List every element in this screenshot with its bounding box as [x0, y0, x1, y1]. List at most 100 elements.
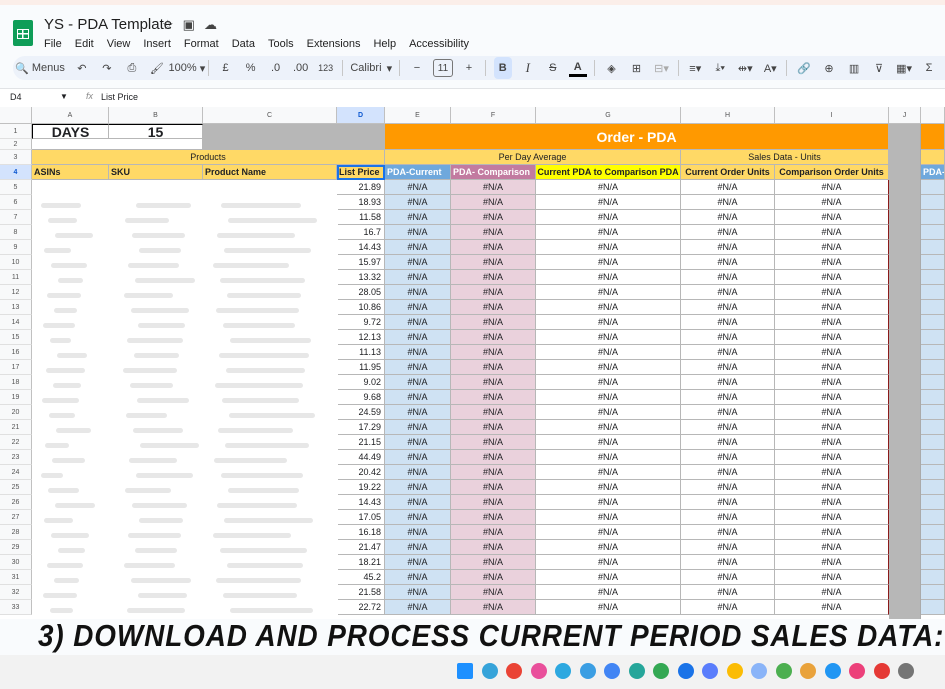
taskbar-app-icon[interactable] — [726, 663, 743, 679]
current-order-units-cell[interactable]: #N/A — [681, 405, 775, 420]
taskbar-app-icon[interactable] — [506, 663, 522, 679]
list-price-cell[interactable]: 19.22 — [337, 480, 385, 495]
current-order-units-cell[interactable]: #N/A — [681, 195, 775, 210]
per-day-average-header[interactable]: Per Day Average — [385, 150, 681, 165]
blank-cell[interactable] — [32, 139, 203, 150]
document-title[interactable]: YS - PDA Template — [44, 16, 172, 33]
comparison-order-units-cell[interactable]: #N/A — [775, 195, 889, 210]
current-vs-comparison-cell[interactable]: #N/A — [536, 420, 681, 435]
font-size-decrease-icon[interactable]: − — [408, 57, 426, 79]
select-all-corner[interactable] — [0, 107, 32, 124]
header-comparison-order-units[interactable]: Comparison Order Units — [775, 165, 889, 180]
row-header[interactable]: 3 — [0, 150, 32, 165]
taskbar-app-icon[interactable] — [457, 663, 473, 679]
current-order-units-cell[interactable]: #N/A — [681, 285, 775, 300]
pda-current-cell[interactable]: #N/A — [385, 345, 451, 360]
pda-comparison-cell[interactable]: #N/A — [451, 420, 536, 435]
pda-comparison-cell[interactable]: #N/A — [451, 555, 536, 570]
list-price-cell[interactable]: 11.95 — [337, 360, 385, 375]
row-header[interactable]: 23 — [0, 450, 32, 465]
pda-current-cell[interactable]: #N/A — [385, 195, 451, 210]
currency-format-button[interactable]: £ — [217, 57, 235, 79]
k-column-cell[interactable] — [921, 180, 945, 195]
current-vs-comparison-cell[interactable]: #N/A — [536, 405, 681, 420]
sheets-logo-icon[interactable] — [13, 20, 33, 46]
comparison-order-units-cell[interactable]: #N/A — [775, 300, 889, 315]
list-price-cell[interactable]: 14.43 — [337, 240, 385, 255]
column-header-f[interactable]: F — [451, 107, 536, 124]
pda-current-cell[interactable]: #N/A — [385, 360, 451, 375]
row-header[interactable]: 5 — [0, 180, 32, 195]
pda-current-cell[interactable]: #N/A — [385, 420, 451, 435]
cloud-status-icon[interactable]: ☁ — [204, 17, 217, 33]
merge-cells-icon[interactable]: ⊟▾ — [653, 57, 671, 79]
pda-comparison-cell[interactable]: #N/A — [451, 285, 536, 300]
pda-current-cell[interactable]: #N/A — [385, 240, 451, 255]
k-column-cell[interactable] — [921, 390, 945, 405]
pda-comparison-cell[interactable]: #N/A — [451, 210, 536, 225]
italic-button[interactable]: I — [519, 57, 537, 79]
name-box[interactable]: D4 — [10, 92, 22, 102]
current-vs-comparison-cell[interactable]: #N/A — [536, 315, 681, 330]
row-header[interactable]: 33 — [0, 600, 32, 615]
taskbar-app-icon[interactable] — [849, 663, 865, 679]
comparison-order-units-cell[interactable]: #N/A — [775, 525, 889, 540]
current-vs-comparison-cell[interactable]: #N/A — [536, 540, 681, 555]
current-vs-comparison-cell[interactable]: #N/A — [536, 555, 681, 570]
current-order-units-cell[interactable]: #N/A — [681, 390, 775, 405]
pda-current-cell[interactable]: #N/A — [385, 210, 451, 225]
current-order-units-cell[interactable]: #N/A — [681, 585, 775, 600]
pda-comparison-cell[interactable]: #N/A — [451, 315, 536, 330]
list-price-cell[interactable]: 20.42 — [337, 465, 385, 480]
spreadsheet-grid[interactable]: A B C D E F G H I J 1 2 3 4 5 6 7 8 9 10 11 12 13 14 15 16 17 18 19 2… — [0, 107, 945, 619]
current-vs-comparison-cell[interactable]: #N/A — [536, 270, 681, 285]
pda-current-cell[interactable]: #N/A — [385, 285, 451, 300]
pda-comparison-cell[interactable]: #N/A — [451, 465, 536, 480]
pda-comparison-cell[interactable]: #N/A — [451, 345, 536, 360]
row-header[interactable]: 7 — [0, 210, 32, 225]
k-column-cell[interactable] — [921, 465, 945, 480]
pda-current-cell[interactable]: #N/A — [385, 330, 451, 345]
row-header[interactable]: 8 — [0, 225, 32, 240]
pda-comparison-cell[interactable]: #N/A — [451, 255, 536, 270]
list-price-cell[interactable]: 21.58 — [337, 585, 385, 600]
paint-format-icon[interactable]: 🖌 — [148, 57, 166, 79]
list-price-cell[interactable]: 9.02 — [337, 375, 385, 390]
pda-comparison-cell[interactable]: #N/A — [451, 450, 536, 465]
row-header[interactable]: 32 — [0, 585, 32, 600]
menu-insert[interactable]: Insert — [143, 38, 171, 50]
list-price-cell[interactable]: 44.49 — [337, 450, 385, 465]
k-column-cell[interactable] — [921, 210, 945, 225]
taskbar-app-icon[interactable] — [628, 663, 645, 679]
pda-comparison-cell[interactable]: #N/A — [451, 330, 536, 345]
list-price-cell[interactable]: 16.18 — [337, 525, 385, 540]
current-order-units-cell[interactable]: #N/A — [681, 255, 775, 270]
list-price-cell[interactable]: 14.43 — [337, 495, 385, 510]
menu-edit[interactable]: Edit — [75, 38, 94, 50]
current-order-units-cell[interactable]: #N/A — [681, 435, 775, 450]
current-order-units-cell[interactable]: #N/A — [681, 450, 775, 465]
row-header[interactable]: 28 — [0, 525, 32, 540]
zoom-select[interactable]: 100% ▾ — [169, 57, 206, 79]
pda-current-cell[interactable]: #N/A — [385, 390, 451, 405]
list-price-cell[interactable]: 28.05 — [337, 285, 385, 300]
row-header[interactable]: 21 — [0, 420, 32, 435]
pda-current-cell[interactable]: #N/A — [385, 540, 451, 555]
taskbar-app-icon[interactable] — [751, 663, 767, 679]
formula-input[interactable]: List Price — [101, 92, 138, 102]
current-vs-comparison-cell[interactable]: #N/A — [536, 360, 681, 375]
k-column-cell[interactable] — [921, 375, 945, 390]
k-column-cell[interactable] — [921, 555, 945, 570]
header-pda-current[interactable]: PDA-Current — [385, 165, 451, 180]
taskbar-app-icon[interactable] — [530, 663, 547, 679]
fill-color-icon[interactable]: ◈ — [603, 57, 621, 79]
current-vs-comparison-cell[interactable]: #N/A — [536, 525, 681, 540]
taskbar-app-icon[interactable] — [800, 663, 816, 679]
list-price-cell[interactable]: 10.86 — [337, 300, 385, 315]
comparison-order-units-cell[interactable]: #N/A — [775, 180, 889, 195]
comparison-order-units-cell[interactable]: #N/A — [775, 465, 889, 480]
list-price-cell[interactable]: 45.2 — [337, 570, 385, 585]
current-order-units-cell[interactable]: #N/A — [681, 465, 775, 480]
k-column-cell[interactable] — [921, 495, 945, 510]
pda-comparison-cell[interactable]: #N/A — [451, 225, 536, 240]
